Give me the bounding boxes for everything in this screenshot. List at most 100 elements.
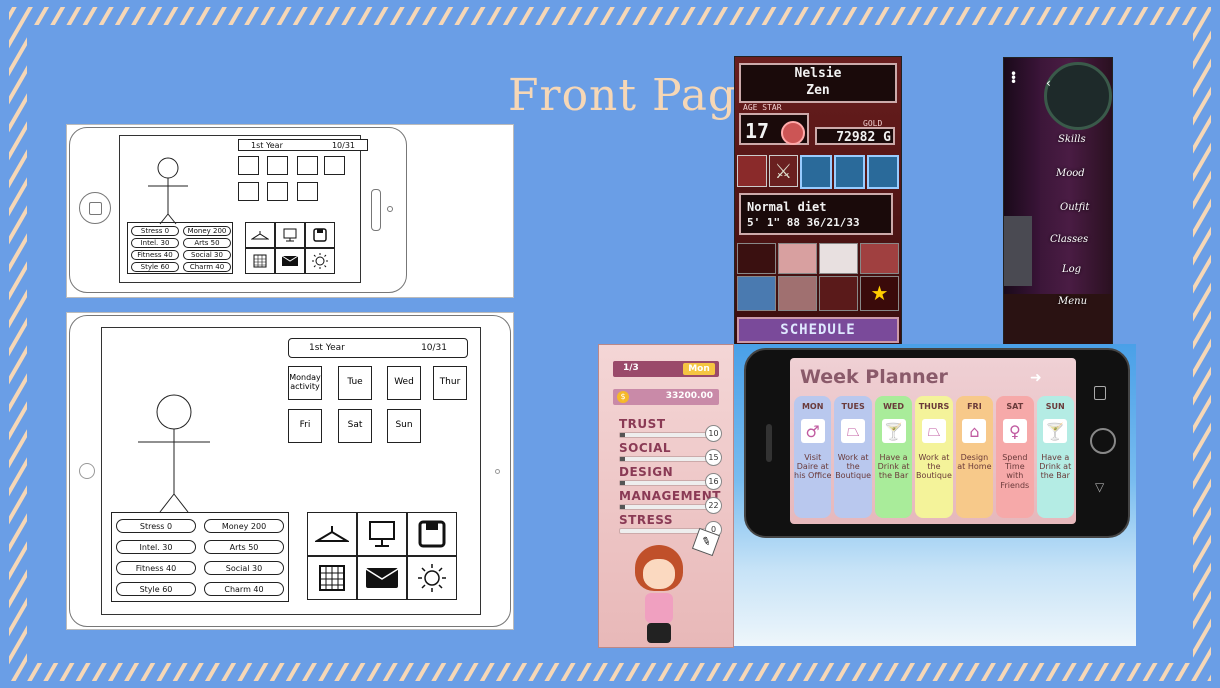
planner-day-mon[interactable]: MON ♂ Visit Daire at his Office [794, 396, 832, 518]
day-activity: Have a Drink at the Bar [877, 453, 910, 481]
stat-arts: Arts 50 [183, 238, 231, 248]
sun-icon[interactable] [305, 248, 335, 274]
stat-intel: Intel. 30 [131, 238, 179, 248]
planner-day-wed[interactable]: WED 🍸 Have a Drink at the Bar [874, 396, 913, 518]
clock-dial-icon[interactable] [1044, 62, 1112, 130]
crest-icon[interactable] [819, 276, 858, 311]
planner-day-sat[interactable]: SAT ♀ Spend Time with Friends [996, 396, 1034, 518]
day-slot[interactable] [267, 182, 288, 201]
menu-outfit[interactable]: Outfit [1060, 202, 1089, 213]
action-grid [245, 222, 335, 274]
item-slot[interactable] [833, 155, 866, 189]
age-panel: 17 [739, 113, 809, 145]
stat-social: Social 30 [183, 250, 231, 260]
item-slot[interactable] [867, 155, 899, 189]
day-activity: Visit Daire at his Office [794, 453, 832, 481]
star-icon[interactable]: ★ [860, 276, 899, 311]
calendar-icon[interactable] [307, 556, 357, 600]
day-box-tue[interactable]: Tue [338, 366, 372, 400]
day-name: SUN [1045, 402, 1065, 411]
stat-social: Social 30 [204, 561, 284, 575]
day-slot[interactable] [238, 182, 259, 201]
sun-icon[interactable] [407, 556, 457, 600]
day-box-mon[interactable]: Monday activity [288, 366, 322, 400]
day-box-fri[interactable]: Fri [288, 409, 322, 443]
camera-dot [387, 206, 393, 212]
menu-skills[interactable]: Skills [1058, 134, 1086, 145]
computer-icon[interactable] [275, 222, 305, 248]
mail-icon[interactable] [275, 248, 305, 274]
girl-icon[interactable] [778, 243, 817, 274]
phone-home-button[interactable] [1090, 428, 1116, 454]
day-slot[interactable] [324, 156, 345, 175]
day-box-sat[interactable]: Sat [338, 409, 372, 443]
schedule-button[interactable]: SCHEDULE [737, 317, 899, 343]
hanger-icon[interactable] [307, 512, 357, 556]
home-button[interactable] [79, 192, 111, 224]
mirror-icon[interactable] [860, 243, 899, 274]
wireframe-large-screen: 1st Year 10/31 Monday activity Tue Wed T… [101, 327, 481, 615]
copy-nav-icon[interactable] [1094, 386, 1106, 400]
day-slot[interactable] [297, 156, 318, 175]
character-figure [148, 157, 188, 225]
turn-label: 1/3 [623, 363, 639, 373]
day-activity: Spend Time with Friends [1000, 453, 1030, 490]
menu-menu[interactable]: Menu [1058, 296, 1087, 307]
stat-charm: Charm 40 [204, 582, 284, 596]
menu-log[interactable]: Log [1062, 264, 1081, 275]
stats-panel: Stress 0 Intel. 30 Fitness 40 Style 60 M… [127, 222, 233, 274]
dresser [1004, 216, 1032, 286]
menu-mood[interactable]: Mood [1056, 168, 1085, 179]
day-slot[interactable] [238, 156, 259, 175]
save-icon[interactable] [407, 512, 457, 556]
stats-chart-icon[interactable] [737, 243, 776, 274]
star-label: STAR [762, 103, 782, 112]
computer-icon[interactable] [357, 512, 407, 556]
item-slot[interactable] [800, 155, 832, 189]
home-button[interactable] [79, 463, 95, 479]
stat-value: 10 [705, 425, 722, 442]
stat-bar [619, 480, 713, 486]
day-slot[interactable] [297, 182, 318, 201]
sword-icon[interactable]: ⚔ [768, 155, 799, 187]
star-sign-icon [781, 120, 806, 145]
planner-day-tues[interactable]: TUES ⏢ Work at the Boutique [834, 396, 872, 518]
stat-value: 16 [705, 473, 722, 490]
day-name: MON [801, 402, 824, 411]
planner-day-fri[interactable]: FRI ⌂ Design at Home [955, 396, 994, 518]
wireframe-small-screen: 1st Year 10/31 Stress 0 Intel. 30 Fitnes… [119, 135, 368, 283]
day-activity: Have a Drink at the Bar [1039, 453, 1072, 481]
planner-day-sun[interactable]: SUN 🍸 Have a Drink at the Bar [1036, 396, 1074, 518]
day-box-wed[interactable]: Wed [387, 366, 421, 400]
next-arrow-icon[interactable]: ➜ [1030, 370, 1042, 386]
year-label: 1st Year [251, 140, 283, 150]
woman-icon: ♀ [1002, 419, 1027, 443]
save-icon[interactable] [305, 222, 335, 248]
camera-dot [495, 469, 500, 474]
food-icon[interactable] [819, 243, 858, 274]
menu-dots-icon[interactable]: • • • [1010, 68, 1017, 88]
town-icon[interactable] [737, 276, 776, 311]
day-name: WED [883, 402, 905, 411]
hanger-icon[interactable] [245, 222, 275, 248]
stat-row: MANAGEMENT 22 [619, 489, 727, 514]
back-nav-icon[interactable]: ▽ [1095, 480, 1104, 494]
stat-row: SOCIAL 15 [619, 441, 727, 466]
name-panel: Nelsie Zen [739, 63, 897, 103]
side-button [371, 189, 381, 231]
character-figure [138, 394, 210, 513]
portrait-icon[interactable] [737, 155, 767, 187]
planner-day-thurs[interactable]: THURS ⏢ Work at the Boutique [915, 396, 953, 518]
day-slot[interactable] [267, 156, 288, 175]
day-box-thur[interactable]: Thur [433, 366, 467, 400]
calendar-icon[interactable] [245, 248, 275, 274]
mail-icon[interactable] [357, 556, 407, 600]
clock-back-icon[interactable]: ‹ [1046, 76, 1051, 90]
day-box-sun[interactable]: Sun [387, 409, 421, 443]
castle-icon[interactable] [778, 276, 817, 311]
stat-style: Style 60 [131, 262, 179, 272]
stat-value: 15 [705, 449, 722, 466]
day-activity: Design at Home [957, 453, 992, 472]
menu-classes[interactable]: Classes [1050, 234, 1088, 245]
planner-title: Week Planner [800, 366, 948, 388]
